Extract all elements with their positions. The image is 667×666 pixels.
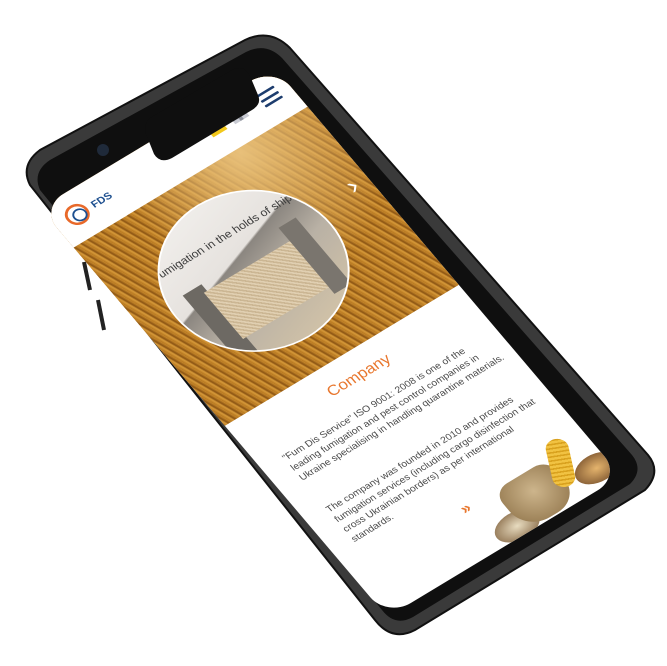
phone-notch	[97, 68, 260, 161]
camera-icon	[97, 144, 109, 156]
device-mockup: Fumigation in the holds of ships › FDS C…	[0, 0, 667, 666]
